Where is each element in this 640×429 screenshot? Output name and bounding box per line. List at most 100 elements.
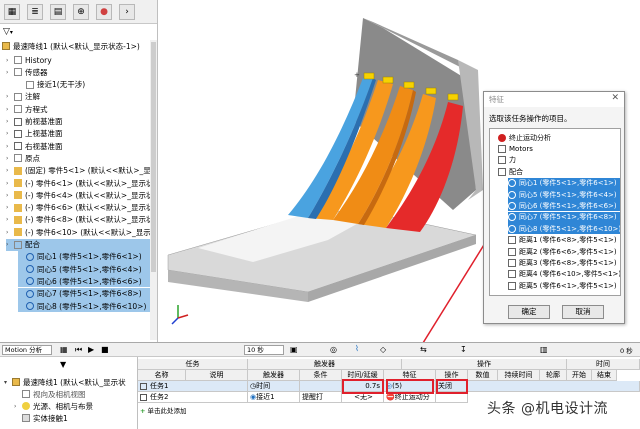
tree-item-concentric1[interactable]: 同心1 (零件5<1>,零件6<1>) xyxy=(18,250,150,263)
ok-button[interactable]: 确定 xyxy=(508,305,550,319)
config-manager-tab[interactable]: ▤ xyxy=(50,4,66,20)
tree-item-part5-1[interactable]: › (固定) 零件5<1> (默认<<默认>_显示状 xyxy=(6,165,157,177)
gravity-icon[interactable]: ↧ xyxy=(460,345,467,354)
study-type-select[interactable]: Motion 分析 xyxy=(2,345,52,355)
close-icon[interactable]: ✕ xyxy=(611,93,619,103)
tree-item-concentric6[interactable]: 同心6 (零件5<1>,零件6<6>) xyxy=(18,275,150,288)
playback-time-select[interactable]: 10 秒 xyxy=(244,345,284,355)
distance-icon xyxy=(508,236,516,245)
distance-icon xyxy=(508,270,516,279)
dialog-item-9[interactable]: 距离1 (零件6<8>,零件5<1>) xyxy=(508,235,617,246)
dialog-item-11[interactable]: 距离3 (零件6<8>,零件5<1>) xyxy=(508,257,617,268)
task1-condition-cell[interactable] xyxy=(300,381,342,392)
cancel-button[interactable]: 取消 xyxy=(562,305,604,319)
motor-icon[interactable]: ◎ xyxy=(330,345,337,354)
camera-view-item[interactable]: 视向及相机视图 xyxy=(22,388,86,400)
dialog-item-5[interactable]: 同心5 (零件5<1>,零件6<4>) xyxy=(508,189,620,200)
dialog-item-8[interactable]: 同心8 (零件5<1>,零件6<10>) xyxy=(508,223,620,235)
dialog-item-12[interactable]: 距离4 (零件6<10>,零件5<1>) xyxy=(508,269,620,280)
dialog-item-1[interactable]: Motors xyxy=(498,143,533,154)
plane-icon xyxy=(14,129,22,138)
expand-icon[interactable]: › xyxy=(6,93,12,100)
expand-arrow-button[interactable]: › xyxy=(119,4,135,20)
expand-icon[interactable]: › xyxy=(6,118,12,125)
plane-icon xyxy=(14,117,22,126)
task2-trigger-cell[interactable]: ◉接近1 xyxy=(248,392,300,403)
rewind-icon[interactable]: ⏮ xyxy=(75,345,82,355)
tree-item-part6-6[interactable]: › (-) 零件6<6> (默认<<默认>_显示状态 xyxy=(6,202,157,214)
expand-icon[interactable]: › xyxy=(6,143,12,150)
contact-item[interactable]: 实体接触1 xyxy=(22,412,68,424)
expand-icon[interactable]: › xyxy=(6,69,12,76)
tree-item-part6-8[interactable]: › (-) 零件6<8> (默认<<默认>_显示状态 xyxy=(6,214,157,226)
tree-item-top-plane[interactable]: › 上视基准面 xyxy=(6,128,63,140)
tree-item-sensor[interactable]: › 传感器 xyxy=(6,66,48,78)
expand-icon[interactable]: › xyxy=(6,241,12,248)
tree-item-origin[interactable]: › 原点 xyxy=(6,152,40,164)
expand-icon[interactable]: › xyxy=(6,216,12,223)
delay-highlight-box xyxy=(342,379,384,394)
filter-icon[interactable]: ▼ xyxy=(60,360,66,369)
tree-item-equation[interactable]: › 方程式 xyxy=(6,103,48,115)
save-animation-icon[interactable]: ▣ xyxy=(290,345,298,354)
tree-item-proximity[interactable]: 接近1(无干涉) xyxy=(18,79,85,91)
contact-icon[interactable]: ◇ xyxy=(380,345,386,354)
tree-item-concentric5[interactable]: 同心5 (零件5<1>,零件6<4>) xyxy=(18,263,150,276)
motion-tree-root[interactable]: ▾ 最速降线1 (默认<默认_显示状 xyxy=(4,376,126,388)
expand-icon[interactable]: › xyxy=(6,204,12,211)
task2-condition-cell[interactable]: 提醒打 xyxy=(300,392,342,403)
tree-item-concentric8[interactable]: 同心8 (零件5<1>,零件6<10>) xyxy=(18,300,150,312)
play-icon[interactable]: ▶ xyxy=(88,345,94,354)
tree-scroll-thumb[interactable] xyxy=(151,42,156,272)
dialog-item-6[interactable]: 同心6 (零件5<1>,零件6<6>) xyxy=(508,200,620,212)
expand-icon[interactable]: › xyxy=(6,180,12,187)
dialog-item-2[interactable]: 力 xyxy=(498,155,516,166)
dialog-item-4[interactable]: 同心1 (零件5<1>,零件6<1>) xyxy=(508,177,620,189)
dialog-item-3[interactable]: 配合 xyxy=(498,166,523,177)
tree-item-part6-10[interactable]: › (-) 零件6<10> (默认<<默认>_显示状态 xyxy=(6,226,157,238)
dialog-item-7[interactable]: 同心7 (零件5<1>,零件6<8>) xyxy=(508,211,620,223)
tree-top-item[interactable]: 最速降线1 (默认<默认_显示状态-1>) xyxy=(2,40,140,52)
expand-icon[interactable]: › xyxy=(6,130,12,137)
add-task-row[interactable]: + 单击此处添加 xyxy=(140,405,187,415)
dialog-item-10[interactable]: 距离2 (零件6<6>,零件5<1>) xyxy=(508,246,617,257)
task2-name-cell[interactable]: 任务2 xyxy=(138,392,248,403)
ball-3 xyxy=(403,81,415,89)
trigger-column-header: 触发器 xyxy=(248,370,300,381)
dialog-item-13[interactable]: 距离5 (零件6<1>,零件5<1>) xyxy=(508,280,617,291)
calculate-icon[interactable]: ▦ xyxy=(60,345,68,354)
tree-item-concentric7[interactable]: 同心7 (零件5<1>,零件6<8>) xyxy=(18,287,150,300)
filter-icon[interactable]: ▽▾ xyxy=(3,27,13,37)
spring-icon[interactable]: ⌇ xyxy=(355,344,359,353)
stop-icon[interactable]: ■ xyxy=(101,345,109,354)
results-icon[interactable]: ▥ xyxy=(540,345,548,354)
tree-item-annotation[interactable]: › 注解 xyxy=(6,91,40,103)
expand-icon[interactable]: › xyxy=(6,57,12,64)
end-column-header: 结束 xyxy=(592,370,617,381)
expand-icon[interactable]: › xyxy=(6,192,12,199)
task-table: 任务 触发器 操作 时间 名称 说明 触发器 条件 时间/延缓 特征 操作 数值… xyxy=(138,357,640,429)
expand-icon[interactable]: › xyxy=(6,229,12,236)
equation-icon xyxy=(14,105,22,114)
tree-item-history[interactable]: › History xyxy=(6,54,52,66)
expand-icon[interactable]: › xyxy=(6,155,12,162)
event-icon[interactable]: ⇆ xyxy=(420,345,427,354)
tree-item-front-plane[interactable]: › 前视基准面 xyxy=(6,116,63,128)
dimxpert-tab[interactable]: ⊕ xyxy=(73,4,89,20)
feature-list[interactable]: 终止运动分析 Motors 力配合 同心1 (零件5<1>,零件6<1>) 同心5 (零… xyxy=(489,128,621,296)
expand-icon[interactable]: › xyxy=(6,167,12,174)
expand-icon[interactable]: › xyxy=(6,106,12,113)
property-manager-tab[interactable]: ≣ xyxy=(27,4,43,20)
tree-item-part6-1[interactable]: › (-) 零件6<1> (默认<<默认>_显示状态 xyxy=(6,177,157,189)
lights-item[interactable]: › 光源、相机与布景 xyxy=(14,400,93,412)
dialog-item-0[interactable]: 终止运动分析 xyxy=(498,132,551,143)
tree-item-mates[interactable]: › 配合 xyxy=(6,238,150,251)
tree-item-part6-4[interactable]: › (-) 零件6<4> (默认<<默认>_显示状态 xyxy=(6,189,157,201)
display-manager-tab[interactable]: ● xyxy=(96,4,112,20)
task1-trigger-cell[interactable]: ◷时间 xyxy=(248,381,300,392)
task1-name-cell[interactable]: 任务1 xyxy=(138,381,248,392)
feature-manager-tab[interactable]: ▦ xyxy=(4,4,20,20)
tree-item-right-plane[interactable]: › 右视基准面 xyxy=(6,140,63,152)
start-column-header: 开始 xyxy=(567,370,592,381)
ball-4 xyxy=(425,87,437,95)
